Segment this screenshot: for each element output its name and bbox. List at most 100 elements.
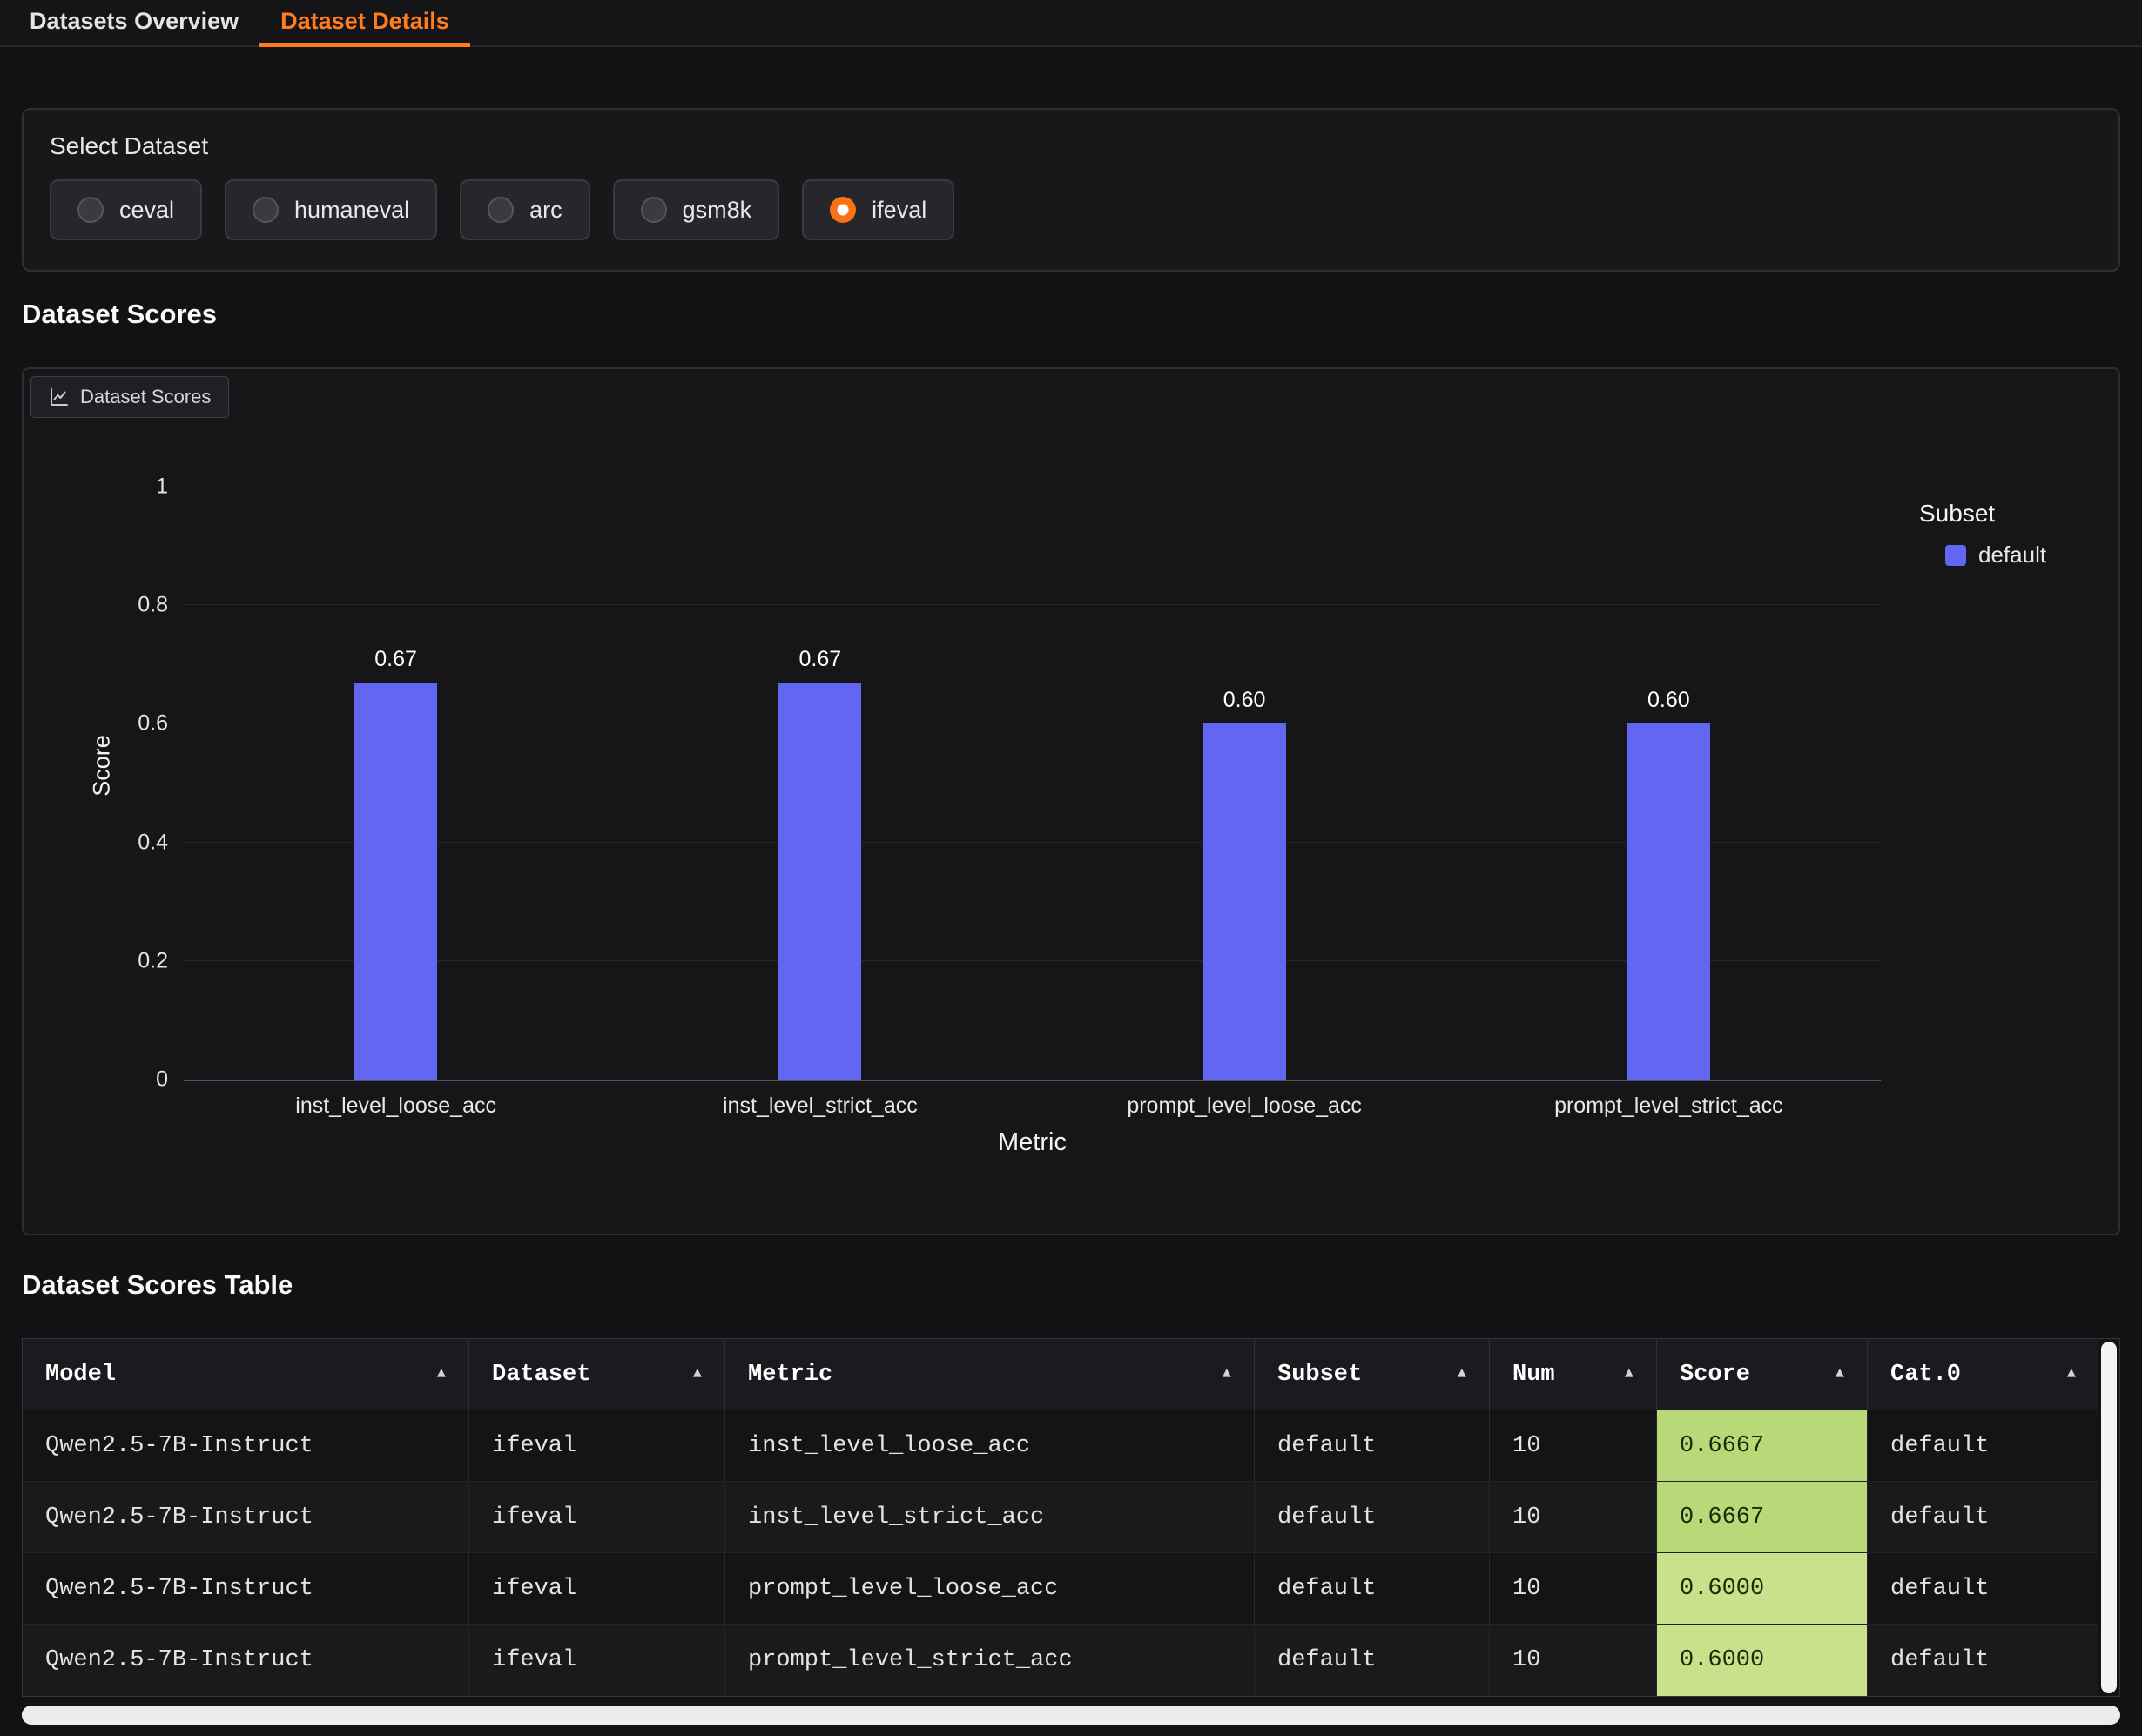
cell-num: 10 (1490, 1625, 1657, 1696)
cell-model: Qwen2.5-7B-Instruct (23, 1482, 469, 1553)
cell-score: 0.6000 (1657, 1625, 1868, 1696)
legend-title: Subset (1919, 500, 2046, 528)
x-axis-tick: inst_level_strict_acc (608, 1093, 1032, 1119)
col-header-dataset[interactable]: Dataset ▲ (469, 1339, 725, 1410)
col-header-label: Dataset (492, 1362, 590, 1388)
radio-option-label: gsm8k (683, 197, 752, 224)
chart-tab-label: Dataset Scores (80, 386, 211, 408)
radio-option-ifeval[interactable]: ifeval (802, 179, 954, 240)
bar-value-label: 0.60 (1223, 688, 1266, 713)
chart-panel: Dataset Scores Score 0 0.2 0.4 0.6 0.8 1… (22, 367, 2120, 1235)
y-axis-tick: 0.8 (138, 593, 168, 618)
x-axis-tick: inst_level_loose_acc (184, 1093, 608, 1119)
bar-series-default: 0.67 0.67 0.60 0.60 (184, 487, 1881, 1080)
radio-option-label: humaneval (294, 197, 409, 224)
tabbar: Datasets Overview Dataset Details (0, 0, 2142, 47)
radio-option-label: ifeval (872, 197, 926, 224)
sort-asc-icon[interactable]: ▲ (2067, 1366, 2076, 1383)
page: Datasets Overview Dataset Details Select… (0, 0, 2142, 1736)
cell-cat0: default (1868, 1410, 2098, 1482)
radio-option-label: arc (529, 197, 562, 224)
cell-metric: prompt_level_loose_acc (725, 1553, 1255, 1625)
cell-num: 10 (1490, 1553, 1657, 1625)
cell-cat0: default (1868, 1482, 2098, 1553)
table: Model ▲ Dataset ▲ Metric ▲ Subset ▲ Num (23, 1339, 2098, 1696)
bar-value-label: 0.67 (799, 647, 842, 672)
cell-dataset: ifeval (469, 1553, 725, 1625)
radio-option-arc[interactable]: arc (460, 179, 590, 240)
y-axis-tick: 0.4 (138, 830, 168, 855)
sort-asc-icon[interactable]: ▲ (693, 1366, 702, 1383)
radio-option-ceval[interactable]: ceval (50, 179, 202, 240)
y-axis-tick: 0 (156, 1067, 168, 1093)
bar-default (1627, 723, 1710, 1080)
col-header-cat0[interactable]: Cat.0 ▲ (1868, 1339, 2098, 1410)
x-axis-tick: prompt_level_loose_acc (1033, 1093, 1457, 1119)
legend-swatch (1945, 545, 1966, 566)
select-dataset-panel: Select Dataset ceval humaneval arc gsm8k… (22, 108, 2120, 272)
cell-score: 0.6667 (1657, 1410, 1868, 1482)
chart-legend: Subset default (1919, 500, 2046, 569)
y-axis-tick: 0.6 (138, 711, 168, 737)
legend-entry-label: default (1978, 542, 2046, 569)
cell-num: 10 (1490, 1410, 1657, 1482)
bar-default (778, 683, 861, 1080)
cell-metric: inst_level_strict_acc (725, 1482, 1255, 1553)
sort-asc-icon[interactable]: ▲ (1223, 1366, 1231, 1383)
legend-entry-default[interactable]: default (1945, 542, 2046, 569)
col-header-model[interactable]: Model ▲ (23, 1339, 469, 1410)
sort-asc-icon[interactable]: ▲ (1625, 1366, 1633, 1383)
cell-model: Qwen2.5-7B-Instruct (23, 1553, 469, 1625)
x-axis-title: Metric (184, 1128, 1881, 1157)
sort-asc-icon[interactable]: ▲ (1458, 1366, 1466, 1383)
table-row: Qwen2.5-7B-Instruct ifeval inst_level_lo… (23, 1410, 2098, 1482)
cell-dataset: ifeval (469, 1482, 725, 1553)
col-header-label: Subset (1277, 1362, 1362, 1388)
dataset-radio-group: ceval humaneval arc gsm8k ifeval (50, 179, 2092, 240)
table-row: Qwen2.5-7B-Instruct ifeval prompt_level_… (23, 1625, 2098, 1696)
cell-subset: default (1255, 1553, 1490, 1625)
y-axis-title: Score (89, 679, 116, 853)
bar-default (1203, 723, 1286, 1080)
col-header-label: Cat.0 (1890, 1362, 1961, 1388)
bar-default (354, 683, 437, 1080)
line-chart-icon (49, 387, 70, 407)
chart-tab-dataset-scores[interactable]: Dataset Scores (30, 376, 229, 418)
bar-chart-plot-area: 0 0.2 0.4 0.6 0.8 1 0.67 0.67 0.60 (184, 487, 1881, 1081)
bar-slot: 0.60 (1457, 487, 1881, 1080)
horizontal-scrollbar[interactable] (22, 1706, 2120, 1725)
tab-dataset-details[interactable]: Dataset Details (259, 0, 470, 47)
cell-model: Qwen2.5-7B-Instruct (23, 1410, 469, 1482)
table-header-row: Model ▲ Dataset ▲ Metric ▲ Subset ▲ Num (23, 1339, 2098, 1410)
x-axis-tick: prompt_level_strict_acc (1457, 1093, 1881, 1119)
table-row: Qwen2.5-7B-Instruct ifeval inst_level_st… (23, 1482, 2098, 1553)
cell-model: Qwen2.5-7B-Instruct (23, 1625, 469, 1696)
cell-metric: prompt_level_strict_acc (725, 1625, 1255, 1696)
cell-subset: default (1255, 1410, 1490, 1482)
vertical-scrollbar[interactable] (2101, 1342, 2117, 1693)
radio-option-gsm8k[interactable]: gsm8k (613, 179, 780, 240)
cell-score: 0.6000 (1657, 1553, 1868, 1625)
section-title-dataset-scores-table: Dataset Scores Table (22, 1268, 2120, 1302)
col-header-num[interactable]: Num ▲ (1490, 1339, 1657, 1410)
cell-metric: inst_level_loose_acc (725, 1410, 1255, 1482)
y-axis-tick: 0.2 (138, 948, 168, 973)
col-header-metric[interactable]: Metric ▲ (725, 1339, 1255, 1410)
radio-unselected-icon (641, 197, 667, 223)
sort-asc-icon[interactable]: ▲ (1836, 1366, 1844, 1383)
bar-slot: 0.67 (608, 487, 1032, 1080)
col-header-label: Metric (748, 1362, 832, 1388)
radio-selected-icon (830, 197, 856, 223)
col-header-label: Score (1680, 1362, 1750, 1388)
radio-unselected-icon (253, 197, 279, 223)
col-header-score[interactable]: Score ▲ (1657, 1339, 1868, 1410)
cell-subset: default (1255, 1625, 1490, 1696)
col-header-subset[interactable]: Subset ▲ (1255, 1339, 1490, 1410)
bar-value-label: 0.60 (1647, 688, 1690, 713)
cell-cat0: default (1868, 1625, 2098, 1696)
tab-datasets-overview[interactable]: Datasets Overview (9, 0, 259, 47)
sort-asc-icon[interactable]: ▲ (437, 1366, 446, 1383)
radio-option-humaneval[interactable]: humaneval (225, 179, 437, 240)
y-axis-tick: 1 (156, 474, 168, 500)
bar-value-label: 0.67 (374, 647, 417, 672)
